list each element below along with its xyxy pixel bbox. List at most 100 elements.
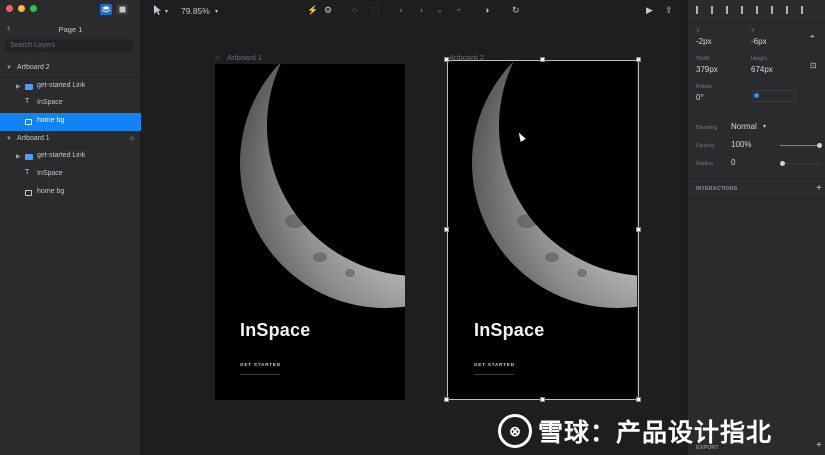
caret-down-icon[interactable]: ▼ bbox=[6, 65, 12, 71]
boolean-subtract-icon[interactable]: ◑ bbox=[418, 5, 423, 15]
add-export-icon[interactable]: + bbox=[816, 440, 822, 451]
inspector-panel: X -2px Y -6px ⌖ Width 379px Height 674px… bbox=[687, 0, 825, 455]
layer-get-started-link[interactable]: ▶ get-started Link bbox=[0, 148, 141, 166]
layer-label: InSpace bbox=[37, 99, 63, 107]
text-icon: T bbox=[25, 169, 30, 177]
crop-icon[interactable]: ⬚ bbox=[371, 5, 380, 16]
layer-label: InSpace bbox=[37, 170, 63, 178]
layer-artboard-1[interactable]: ▼ Artboard 1 ⌂ bbox=[0, 131, 141, 149]
maximize-window-button[interactable] bbox=[30, 5, 37, 12]
radius-slider-knob[interactable] bbox=[780, 161, 785, 166]
resize-handle[interactable] bbox=[444, 397, 449, 402]
chevron-down-icon[interactable]: ▾ bbox=[165, 8, 168, 15]
minimize-window-button[interactable] bbox=[18, 5, 25, 12]
resize-handle[interactable] bbox=[636, 57, 641, 62]
caret-down-icon[interactable]: ▼ bbox=[6, 136, 12, 142]
select-tool-icon[interactable] bbox=[153, 5, 163, 17]
play-icon[interactable]: ▶ bbox=[646, 5, 653, 16]
x-field[interactable]: -2px bbox=[696, 37, 712, 46]
radius-label: Radius bbox=[696, 161, 714, 167]
image-icon bbox=[25, 119, 32, 126]
layer-label: home bg bbox=[37, 187, 65, 195]
align-bottom-icon[interactable] bbox=[771, 6, 778, 14]
home-icon: ⌂ bbox=[215, 53, 220, 62]
align-center-icon[interactable] bbox=[711, 6, 718, 14]
resize-handle[interactable] bbox=[636, 397, 641, 402]
caret-right-icon[interactable]: ▶ bbox=[16, 153, 21, 160]
lock-icon[interactable]: ⊡ bbox=[810, 61, 817, 70]
image-icon bbox=[25, 189, 32, 196]
resize-handle[interactable] bbox=[444, 227, 449, 232]
folder-icon bbox=[25, 154, 33, 161]
boolean-difference-icon[interactable]: ◓ bbox=[456, 5, 461, 15]
resize-handle[interactable] bbox=[444, 57, 449, 62]
rotate-field[interactable]: 0° bbox=[696, 93, 704, 102]
blending-select[interactable]: Normal bbox=[731, 122, 757, 131]
caret-right-icon[interactable]: ▶ bbox=[16, 83, 21, 90]
resize-handle[interactable] bbox=[540, 57, 545, 62]
chevron-down-icon[interactable]: ▾ bbox=[763, 123, 766, 130]
close-window-button[interactable] bbox=[6, 5, 13, 12]
zoom-level[interactable]: 79.85% bbox=[181, 6, 210, 16]
align-top-icon[interactable] bbox=[741, 6, 748, 14]
layer-label: get-started Link bbox=[37, 152, 86, 160]
boolean-intersect-icon[interactable]: ◒ bbox=[437, 5, 442, 15]
width-field[interactable]: 379px bbox=[696, 65, 718, 74]
layer-label: get-started Link bbox=[37, 81, 86, 89]
search-layers-input[interactable]: Search Layers bbox=[5, 39, 133, 52]
x-label: X bbox=[696, 28, 700, 34]
opacity-field[interactable]: 100% bbox=[731, 140, 751, 149]
resize-handle[interactable] bbox=[540, 397, 545, 402]
layer-list: ▼ Artboard 2 ▶ get-started Link T InSpac… bbox=[0, 60, 141, 202]
artboard-1-label[interactable]: Artboard 1 bbox=[227, 53, 262, 62]
refresh-icon[interactable]: ↻ bbox=[512, 5, 520, 16]
radius-field[interactable]: 0 bbox=[731, 158, 735, 167]
align-right-icon[interactable] bbox=[726, 6, 733, 14]
blending-label: Blending bbox=[696, 125, 718, 131]
opacity-slider-knob[interactable] bbox=[817, 143, 822, 148]
assets-icon[interactable] bbox=[116, 4, 128, 15]
layer-label: Artboard 1 bbox=[17, 134, 50, 142]
y-field[interactable]: -6px bbox=[751, 37, 767, 46]
distribute-vertical-icon[interactable] bbox=[801, 6, 808, 14]
rotate-label: Rotate bbox=[696, 84, 713, 90]
layers-icon[interactable] bbox=[100, 4, 112, 15]
text-icon: T bbox=[25, 98, 30, 106]
align-left-icon[interactable] bbox=[696, 6, 703, 14]
boolean-union-icon[interactable]: ◐ bbox=[399, 5, 404, 15]
page-header: ‹ Page 1 bbox=[0, 22, 141, 36]
page-title: Page 1 bbox=[58, 25, 83, 34]
height-field[interactable]: 674px bbox=[751, 65, 773, 74]
layer-label: home bg bbox=[37, 117, 65, 125]
height-label: Height bbox=[751, 56, 767, 62]
layer-inspace-text[interactable]: T InSpace bbox=[0, 95, 141, 113]
get-started-link[interactable]: GET STARTED bbox=[240, 362, 281, 367]
resize-handle[interactable] bbox=[636, 227, 641, 232]
layer-artboard-2[interactable]: ▼ Artboard 2 bbox=[0, 60, 141, 78]
layer-home-bg[interactable]: home bg bbox=[0, 184, 141, 202]
grid-icon[interactable]: ⊹ bbox=[351, 5, 359, 16]
mask-icon[interactable]: ◑ bbox=[484, 5, 489, 15]
add-interaction-icon[interactable]: + bbox=[816, 183, 822, 194]
window-controls bbox=[6, 5, 37, 12]
layer-get-started-link[interactable]: ▶ get-started Link bbox=[0, 78, 141, 96]
canvas[interactable]: ⌂ Artboard 1 Artboard 2 InSpace GET STAR… bbox=[141, 22, 687, 455]
pin-icon[interactable]: ⌖ bbox=[810, 32, 815, 42]
home-icon: ⌂ bbox=[129, 134, 134, 142]
layer-inspace-text[interactable]: T InSpace bbox=[0, 166, 141, 184]
radius-slider[interactable] bbox=[780, 163, 820, 164]
artboard-1[interactable]: InSpace GET STARTED bbox=[215, 64, 405, 400]
lightning-icon[interactable]: ⚡ bbox=[307, 5, 318, 16]
app-title: InSpace bbox=[240, 320, 311, 340]
align-middle-icon[interactable] bbox=[756, 6, 763, 14]
opacity-label: Opacity bbox=[696, 143, 715, 149]
gear-icon[interactable]: ⚙ bbox=[324, 5, 332, 16]
distribute-horizontal-icon[interactable] bbox=[786, 6, 793, 14]
watermark-logo-icon: ⊗ bbox=[498, 414, 532, 448]
folder-icon bbox=[25, 83, 33, 90]
opacity-slider[interactable] bbox=[780, 145, 820, 146]
layer-home-bg[interactable]: home bg bbox=[0, 113, 141, 131]
chevron-down-icon[interactable]: ▾ bbox=[215, 8, 218, 15]
constraint-dot[interactable] bbox=[754, 93, 759, 98]
share-icon[interactable]: ⇪ bbox=[665, 5, 673, 16]
